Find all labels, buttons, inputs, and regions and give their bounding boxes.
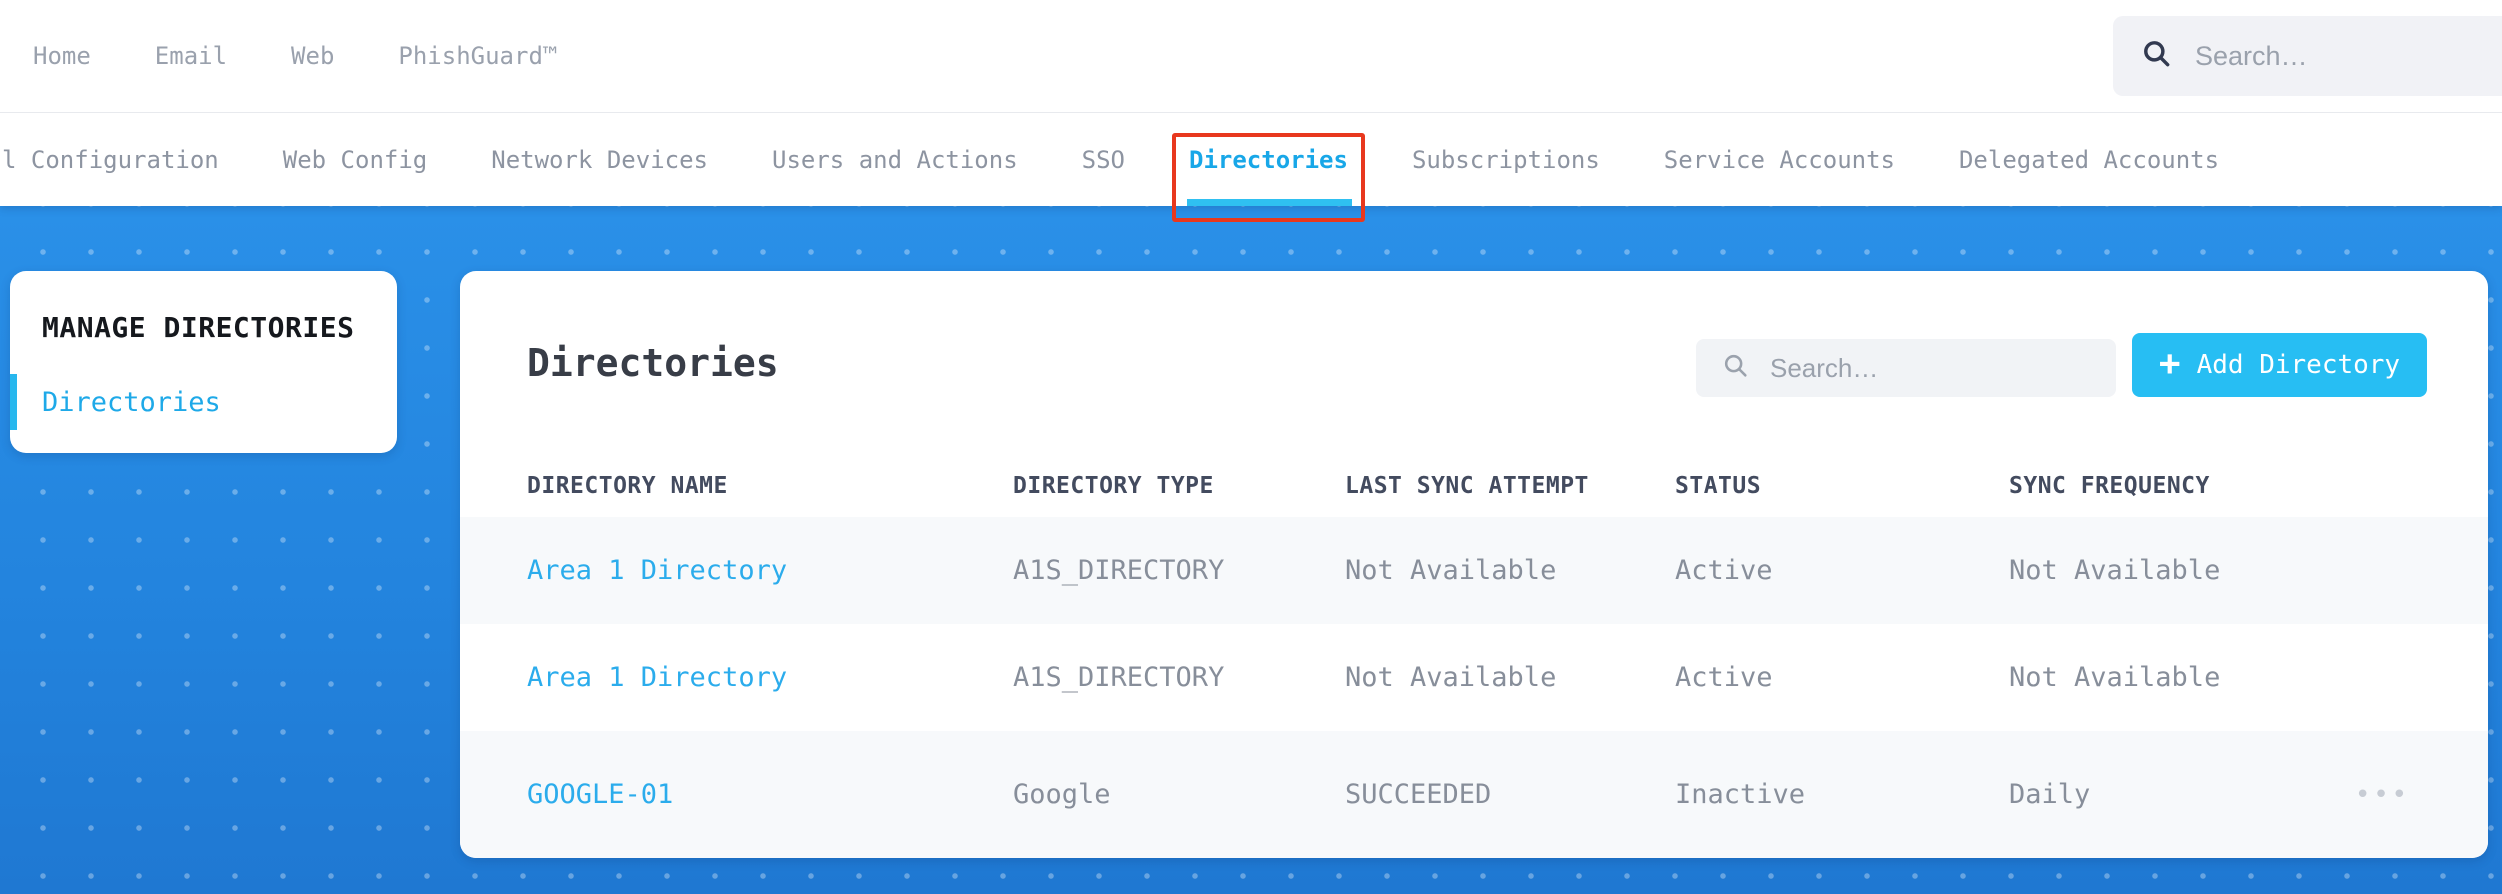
column-header-status: STATUS (1675, 473, 1762, 499)
nav-item-sso[interactable]: SSO (1082, 113, 1125, 206)
directory-name-link[interactable]: Area 1 Directory (527, 662, 1013, 693)
table-row: Area 1 Directory A1S_DIRECTORY Not Avail… (460, 624, 2488, 731)
table-row: GOOGLE-01 Google SUCCEEDED Inactive Dail… (460, 731, 2488, 858)
nav-item-web[interactable]: Web (291, 42, 334, 70)
nav-item-web-config[interactable]: Web Config (283, 113, 428, 206)
nav-item-home[interactable]: Home (33, 42, 91, 70)
nav-item-subscriptions[interactable]: Subscriptions (1412, 113, 1600, 206)
column-header-sync-frequency: SYNC FREQUENCY (2009, 473, 2210, 499)
nav-item-users-and-actions[interactable]: Users and Actions (772, 113, 1018, 206)
manage-directories-card: MANAGE DIRECTORIES Directories (10, 271, 397, 453)
active-indicator-bar (10, 374, 17, 430)
nav-item-network-devices[interactable]: Network Devices (491, 113, 708, 206)
directory-name-link[interactable]: GOOGLE-01 (527, 779, 1013, 810)
search-icon (2141, 38, 2173, 74)
nav-item-email-configuration-partial[interactable]: l Configuration (2, 113, 219, 206)
nav-item-delegated-accounts[interactable]: Delegated Accounts (1959, 113, 2219, 206)
nav-item-email[interactable]: Email (155, 42, 227, 70)
app-window: Home Email Web PhishGuard™ l Configurati… (0, 0, 2502, 894)
status-cell: Active (1675, 662, 1773, 693)
page-title: Directories (527, 341, 779, 385)
last-sync-cell: SUCCEEDED (1345, 779, 1492, 810)
sidebar-item-label: Directories (42, 386, 221, 418)
directories-card: Directories + Add Directory DI (460, 271, 2488, 858)
sync-frequency-cell: Not Available (2009, 662, 2221, 693)
table-row: Area 1 Directory A1S_DIRECTORY Not Avail… (460, 517, 2488, 624)
directories-table: DIRECTORY NAME DIRECTORY TYPE LAST SYNC … (460, 455, 2488, 858)
nav-item-phishguard[interactable]: PhishGuard™ (398, 42, 557, 70)
directory-type-cell: Google (1013, 779, 1111, 810)
directories-search-box[interactable] (1696, 339, 2116, 397)
global-search-box[interactable] (2113, 16, 2502, 96)
primary-nav: Home Email Web PhishGuard™ (0, 0, 2502, 112)
nav-item-directories[interactable]: Directories (1187, 113, 1352, 206)
sync-frequency-cell: Daily (2009, 779, 2091, 810)
add-directory-button[interactable]: + Add Directory (2132, 333, 2427, 397)
primary-nav-items: Home Email Web PhishGuard™ (33, 42, 557, 70)
table-header-row: DIRECTORY NAME DIRECTORY TYPE LAST SYNC … (460, 455, 2488, 517)
sync-frequency-cell: Not Available (2009, 555, 2221, 586)
add-directory-button-label: Add Directory (2196, 350, 2401, 380)
directories-search-input[interactable] (1770, 352, 2050, 384)
content-background: MANAGE DIRECTORIES Directories Directori… (0, 206, 2502, 894)
directory-name-link[interactable]: Area 1 Directory (527, 555, 1013, 586)
column-header-directory-type: DIRECTORY TYPE (1013, 473, 1214, 499)
row-menu-ellipsis-icon[interactable]: ••• (2355, 780, 2421, 810)
column-header-last-sync: LAST SYNC ATTEMPT (1345, 473, 1589, 499)
search-icon (1722, 352, 1750, 384)
directory-type-cell: A1S_DIRECTORY (1013, 555, 1225, 586)
last-sync-cell: Not Available (1345, 555, 1557, 586)
plus-icon: + (2158, 342, 2181, 384)
directory-type-cell: A1S_DIRECTORY (1013, 662, 1225, 693)
sidebar-item-directories[interactable]: Directories (10, 374, 397, 430)
nav-item-service-accounts[interactable]: Service Accounts (1664, 113, 1895, 206)
global-search-input[interactable] (2195, 40, 2435, 72)
status-cell: Inactive (1675, 779, 1806, 810)
last-sync-cell: Not Available (1345, 662, 1557, 693)
column-header-directory-name: DIRECTORY NAME (527, 473, 728, 499)
status-cell: Active (1675, 555, 1773, 586)
secondary-nav: l Configuration Web Config Network Devic… (0, 112, 2502, 206)
sidebar-title: MANAGE DIRECTORIES (42, 311, 355, 344)
